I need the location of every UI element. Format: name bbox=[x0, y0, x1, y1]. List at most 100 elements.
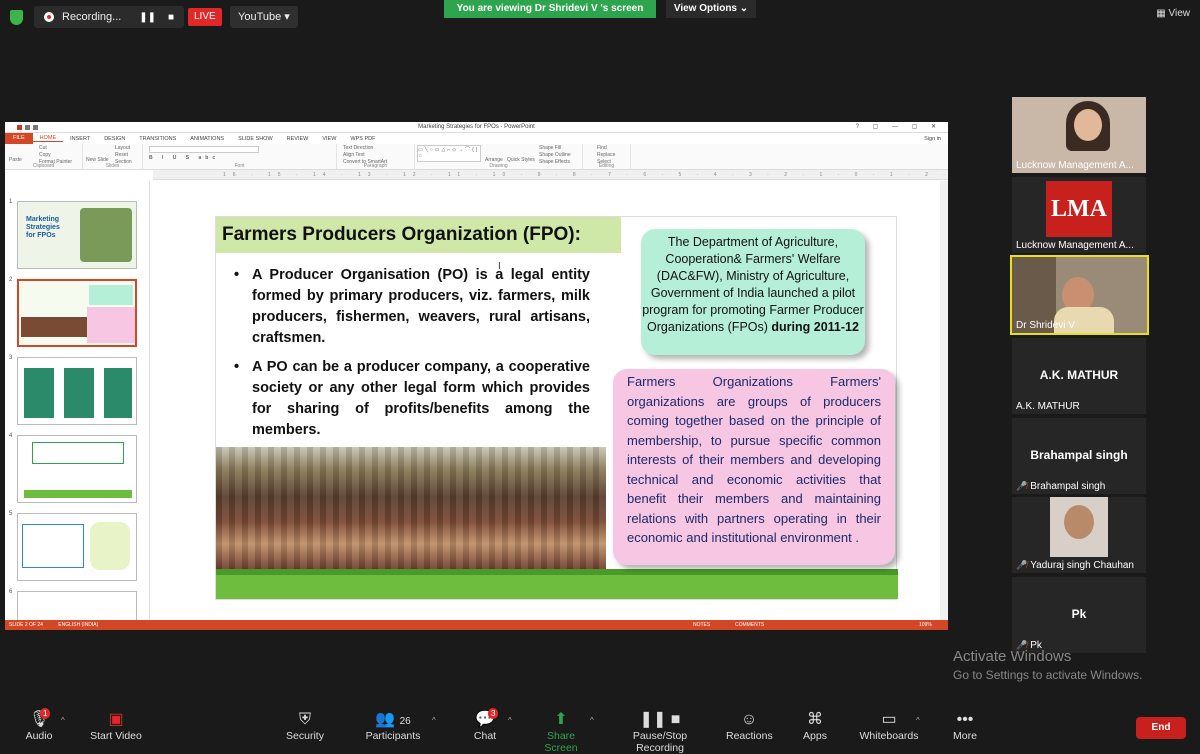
dacfw-info-bold: during 2011-12 bbox=[771, 320, 859, 334]
quick-access-toolbar[interactable] bbox=[9, 124, 49, 131]
thumb-number: 2 bbox=[9, 277, 13, 283]
security-button[interactable]: ⛨ Security bbox=[284, 710, 326, 742]
participant-tile[interactable]: Lucknow Management A... bbox=[1012, 97, 1146, 173]
sign-in-link[interactable]: Sign in bbox=[917, 136, 948, 142]
participants-caret-icon[interactable]: ^ bbox=[432, 716, 436, 725]
find-button[interactable]: Find bbox=[597, 145, 607, 151]
text-direction-button[interactable]: Text Direction bbox=[343, 145, 373, 151]
reset-button[interactable]: Reset bbox=[115, 152, 128, 158]
shield-icon: ⛨ bbox=[298, 711, 311, 728]
apps-button[interactable]: ⌘ Apps bbox=[800, 710, 830, 742]
horizontal-ruler: 16 · 15 · 14 · 13 · 12 · 11 · 10 · 9 · 8… bbox=[153, 170, 948, 180]
reactions-button[interactable]: ☺ Reactions bbox=[726, 710, 773, 742]
participants-button[interactable]: 👥 26 Participants bbox=[364, 710, 422, 742]
language-indicator[interactable]: ENGLISH (INDIA) bbox=[58, 622, 98, 628]
thumb-title: Marketing Strategies for FPOs bbox=[26, 216, 60, 239]
comments-button[interactable]: COMMENTS bbox=[735, 620, 764, 630]
shape-fill-button[interactable]: Shape Fill bbox=[539, 145, 561, 151]
participant-tile[interactable]: Brahampal singh 🎤̸ Brahampal singh bbox=[1012, 418, 1146, 494]
microphone-icon: 🎙 bbox=[28, 711, 50, 728]
undo-icon[interactable] bbox=[33, 125, 38, 130]
editing-group: Find Replace Select Editing bbox=[583, 144, 631, 170]
bullet-list: A Producer Organisation (PO) is a legal … bbox=[234, 265, 590, 449]
participant-tile-active-speaker[interactable]: Dr Shridevi V bbox=[1010, 255, 1149, 335]
chevron-down-icon: ▾ bbox=[284, 11, 290, 23]
slide-title: Farmers Producers Organization (FPO): bbox=[216, 217, 621, 253]
layout-button[interactable]: Layout bbox=[115, 145, 130, 151]
tab-review[interactable]: REVIEW bbox=[280, 136, 316, 142]
slide-thumbnail-selected[interactable] bbox=[17, 279, 137, 347]
live-badge[interactable]: LIVE bbox=[188, 8, 222, 26]
font-name-box[interactable] bbox=[149, 146, 259, 153]
replace-button[interactable]: Replace bbox=[597, 152, 615, 158]
slides-group: New Slide Layout Reset Section Slides bbox=[83, 144, 143, 170]
window-controls[interactable]: ? ▢ — ▢ ✕ bbox=[856, 122, 942, 133]
participant-tile[interactable]: Pk 🎤̸ Pk bbox=[1012, 577, 1146, 653]
copy-button[interactable]: Copy bbox=[39, 152, 51, 158]
tab-transitions[interactable]: TRANSITIONS bbox=[132, 136, 183, 142]
participants-count: 26 bbox=[399, 716, 411, 727]
slide-thumbnail[interactable] bbox=[17, 357, 137, 425]
font-format-icons[interactable]: B I U S abc bbox=[149, 155, 219, 161]
tab-home[interactable]: HOME bbox=[32, 135, 64, 142]
more-icon: ••• bbox=[956, 711, 974, 728]
drawing-group-label: Drawing bbox=[489, 163, 508, 169]
slide-thumbnail[interactable]: Marketing Strategies for FPOs bbox=[17, 201, 137, 269]
whiteboard-icon: ▭ bbox=[881, 711, 897, 728]
ppt-title-bar: Marketing Strategies for FPOs - PowerPoi… bbox=[5, 122, 948, 133]
tab-design[interactable]: DESIGN bbox=[97, 136, 132, 142]
tab-view[interactable]: VIEW bbox=[315, 136, 343, 142]
slide-thumbnail[interactable] bbox=[17, 435, 137, 503]
activate-windows-subtitle: Go to Settings to activate Windows. bbox=[953, 668, 1143, 682]
view-button[interactable]: ▦ View bbox=[1156, 8, 1190, 19]
farmers-meeting-photo bbox=[216, 447, 606, 571]
pause-stop-recording-button[interactable]: ❚❚ ■ Pause/Stop Recording bbox=[608, 710, 712, 754]
chat-caret-icon[interactable]: ^ bbox=[508, 716, 512, 725]
thumb-image bbox=[80, 208, 132, 262]
align-text-button[interactable]: Align Text bbox=[343, 152, 365, 158]
view-options-button[interactable]: View Options ⌄ bbox=[666, 0, 756, 18]
whiteboards-caret-icon[interactable]: ^ bbox=[916, 716, 920, 725]
font-group: B I U S abc Font bbox=[143, 144, 337, 170]
slide-thumbnail-pane[interactable]: 1 Marketing Strategies for FPOs 2 3 4 5 … bbox=[5, 181, 150, 630]
tab-wps-pdf[interactable]: WPS PDF bbox=[343, 136, 382, 142]
editing-group-label: Editing bbox=[598, 163, 615, 169]
thumb-box bbox=[32, 442, 124, 464]
bullet-item: A PO can be a producer company, a cooper… bbox=[234, 357, 590, 441]
audio-label: Audio bbox=[25, 730, 53, 742]
chat-button[interactable]: 💬 3 Chat bbox=[472, 708, 499, 742]
share-screen-button[interactable]: ⬆ Share Screen bbox=[530, 710, 592, 754]
slide-thumbnail[interactable] bbox=[17, 513, 137, 581]
tab-animations[interactable]: ANIMATIONS bbox=[183, 136, 231, 142]
tab-slide-show[interactable]: SLIDE SHOW bbox=[231, 136, 280, 142]
more-button[interactable]: ••• More bbox=[950, 710, 980, 742]
grid-view-icon: ▦ bbox=[1156, 8, 1166, 19]
current-slide[interactable]: Farmers Producers Organization (FPO): A … bbox=[215, 216, 898, 600]
stream-target-dropdown[interactable]: YouTube ▾ bbox=[230, 6, 298, 28]
security-shield-icon[interactable] bbox=[10, 10, 23, 25]
shapes-gallery[interactable]: ▭╲○▭△⌐◇→⌒{}☆ bbox=[417, 145, 481, 162]
tab-file[interactable]: FILE bbox=[5, 133, 33, 144]
tab-insert[interactable]: INSERT bbox=[63, 136, 97, 142]
notes-button[interactable]: NOTES bbox=[693, 620, 710, 630]
share-caret-icon[interactable]: ^ bbox=[590, 716, 594, 725]
audio-options-caret-icon[interactable]: ^ bbox=[61, 716, 65, 725]
participant-tile[interactable]: A.K. MATHUR A.K. MATHUR bbox=[1012, 338, 1146, 414]
shape-outline-button[interactable]: Shape Outline bbox=[539, 152, 571, 158]
stop-recording-icon[interactable]: ■ bbox=[168, 12, 174, 23]
zoom-level[interactable]: 109% bbox=[919, 620, 932, 630]
participant-display-name: Pk bbox=[1071, 607, 1087, 621]
pause-recording-icon[interactable]: ❚❚ bbox=[139, 12, 156, 23]
start-video-button[interactable]: ▣ Start Video bbox=[88, 710, 144, 742]
participant-tile[interactable]: LMA Lucknow Management A... bbox=[1012, 177, 1146, 253]
whiteboards-button[interactable]: ▭ Whiteboards bbox=[858, 710, 920, 742]
end-meeting-button[interactable]: End bbox=[1136, 717, 1186, 739]
start-video-label: Start Video bbox=[90, 730, 142, 742]
reactions-label: Reactions bbox=[726, 730, 773, 742]
slide-scrollbar[interactable] bbox=[940, 181, 948, 620]
bullet-item: A Producer Organisation (PO) is a legal … bbox=[234, 265, 590, 349]
participant-tile[interactable]: 🎤̸ Yaduraj singh Chauhan bbox=[1012, 497, 1146, 573]
cut-button[interactable]: Cut bbox=[39, 145, 47, 151]
save-icon[interactable] bbox=[25, 125, 30, 130]
audio-button[interactable]: 🎙 1 Audio bbox=[22, 708, 56, 742]
